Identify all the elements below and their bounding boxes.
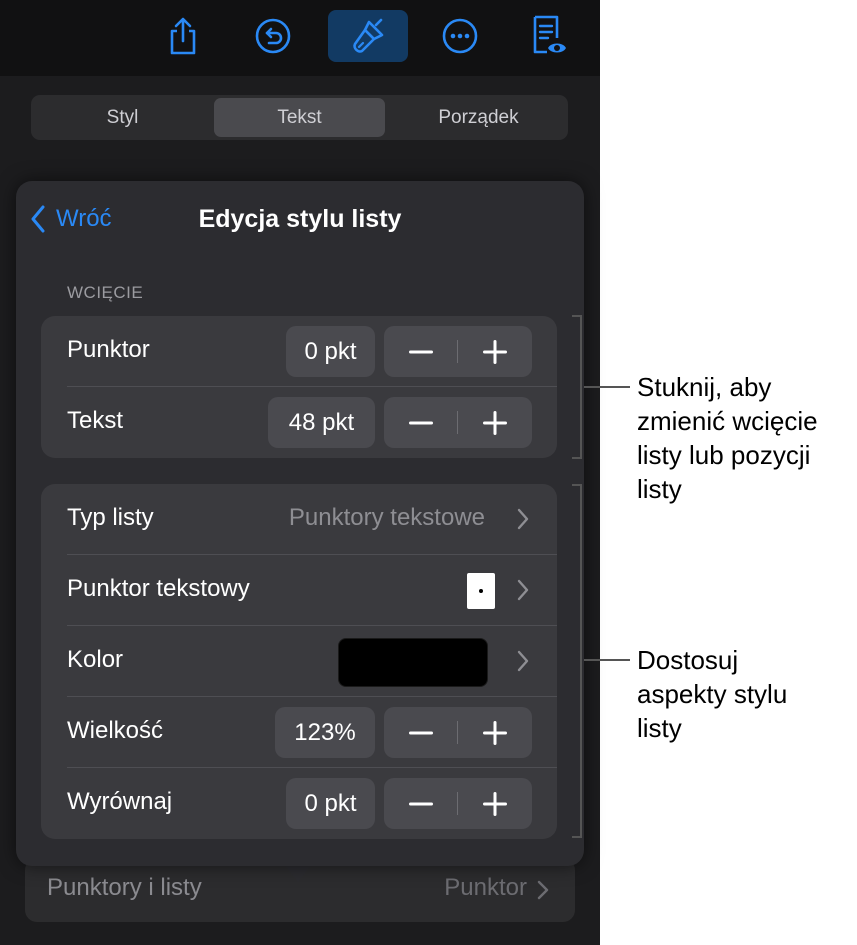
- plus-icon: [483, 339, 507, 364]
- style-callout-line: aspekty stylu: [637, 679, 788, 709]
- size-value[interactable]: 123%: [275, 707, 375, 758]
- text-indent-value[interactable]: 48 pkt: [268, 397, 375, 448]
- color-label: Kolor: [67, 646, 124, 673]
- align-row: Wyrównaj 0 pkt: [41, 768, 557, 839]
- list-style-popover: Edycja stylu listy Wróć WCIĘCIE Punktor …: [16, 181, 584, 866]
- align-decrease-button[interactable]: [384, 778, 458, 829]
- text-indent-increase-button[interactable]: [458, 397, 532, 448]
- share-button[interactable]: [143, 10, 223, 62]
- undo-icon: [255, 18, 291, 54]
- size-label: Wielkość: [67, 717, 164, 744]
- list-style-group: Typ listy Punktory tekstowe Punktor teks…: [41, 484, 557, 839]
- tab-tekst[interactable]: Tekst: [214, 98, 385, 137]
- plus-icon: [483, 791, 507, 816]
- minus-icon: [409, 731, 433, 734]
- text-indent-stepper: [384, 397, 532, 448]
- bullet-indent-row: Punktor 0 pkt: [41, 316, 557, 387]
- chevron-right-icon: [517, 579, 529, 601]
- back-button[interactable]: Wróć: [30, 205, 112, 233]
- color-row[interactable]: Kolor: [41, 626, 557, 697]
- bullet-indent-decrease-button[interactable]: [384, 326, 458, 377]
- tab-styl[interactable]: Styl: [37, 98, 208, 137]
- size-stepper: [384, 707, 532, 758]
- minus-icon: [409, 421, 433, 424]
- bullet-dot: [479, 589, 483, 593]
- toolbar: [0, 0, 600, 76]
- text-bullet-label: Punktor tekstowy: [67, 575, 250, 602]
- size-decrease-button[interactable]: [384, 707, 458, 758]
- align-value[interactable]: 0 pkt: [286, 778, 375, 829]
- tab-porzadek[interactable]: Porządek: [393, 98, 564, 137]
- reader-view-icon: [533, 15, 566, 54]
- style-callout-leader: [584, 659, 630, 661]
- color-swatch: [338, 638, 488, 687]
- list-type-row[interactable]: Typ listy Punktory tekstowe: [41, 484, 557, 555]
- style-callout: Dostosuj aspekty stylu listy: [637, 643, 787, 745]
- text-indent-decrease-button[interactable]: [384, 397, 458, 448]
- more-button[interactable]: [420, 10, 500, 62]
- indent-callout-line: Stuknij, aby: [637, 372, 772, 402]
- back-label: Wróć: [56, 205, 112, 232]
- format-brush-icon: [353, 18, 384, 53]
- style-callout-line: listy: [637, 713, 682, 743]
- indent-callout-leader: [584, 386, 630, 388]
- minus-icon: [409, 350, 433, 353]
- indent-callout-line: zmienić wcięcie: [637, 406, 818, 436]
- align-label: Wyrównaj: [67, 788, 173, 815]
- text-bullet-preview: [467, 573, 495, 609]
- bullet-indent-label: Punktor: [67, 336, 150, 363]
- chevron-left-icon: [31, 205, 45, 233]
- chevron-right-icon: [517, 508, 529, 530]
- share-icon: [170, 17, 196, 55]
- undo-button[interactable]: [233, 10, 313, 62]
- style-callout-line: Dostosuj: [637, 645, 739, 675]
- bullets-and-lists-label: Punktory i listy: [47, 874, 202, 901]
- align-increase-button[interactable]: [458, 778, 532, 829]
- indent-callout: Stuknij, aby zmienić wcięcie listy lub p…: [637, 370, 818, 506]
- list-type-value: Punktory tekstowe: [288, 504, 485, 531]
- indent-group: Punktor 0 pkt Tekst 48 pkt: [41, 316, 557, 458]
- indent-section-label: WCIĘCIE: [67, 283, 144, 302]
- more-icon: [442, 18, 478, 54]
- list-type-label: Typ listy: [67, 504, 154, 531]
- format-button[interactable]: [328, 10, 408, 62]
- indent-callout-line: listy: [637, 474, 682, 504]
- bullet-indent-increase-button[interactable]: [458, 326, 532, 377]
- text-indent-row: Tekst 48 pkt: [41, 387, 557, 458]
- pages-app-panel: Styl Tekst Porządek Punktory i listy Pun…: [0, 0, 600, 945]
- size-row: Wielkość 123%: [41, 697, 557, 768]
- size-increase-button[interactable]: [458, 707, 532, 758]
- indent-callout-line: listy lub pozycji: [637, 440, 811, 470]
- reader-view-button[interactable]: [508, 10, 588, 62]
- chevron-right-icon: [537, 880, 549, 900]
- bullet-indent-stepper: [384, 326, 532, 377]
- bullet-indent-value[interactable]: 0 pkt: [286, 326, 375, 377]
- text-bullet-row[interactable]: Punktor tekstowy: [41, 555, 557, 626]
- plus-icon: [483, 720, 507, 745]
- text-indent-label: Tekst: [67, 407, 124, 434]
- indent-callout-bracket: [572, 315, 582, 459]
- align-stepper: [384, 778, 532, 829]
- plus-icon: [483, 410, 507, 435]
- chevron-right-icon: [517, 650, 529, 672]
- minus-icon: [409, 802, 433, 805]
- inspector-tabs: Styl Tekst Porządek: [31, 95, 568, 140]
- style-callout-bracket: [572, 484, 582, 838]
- bullets-and-lists-value: Punktor: [444, 874, 527, 901]
